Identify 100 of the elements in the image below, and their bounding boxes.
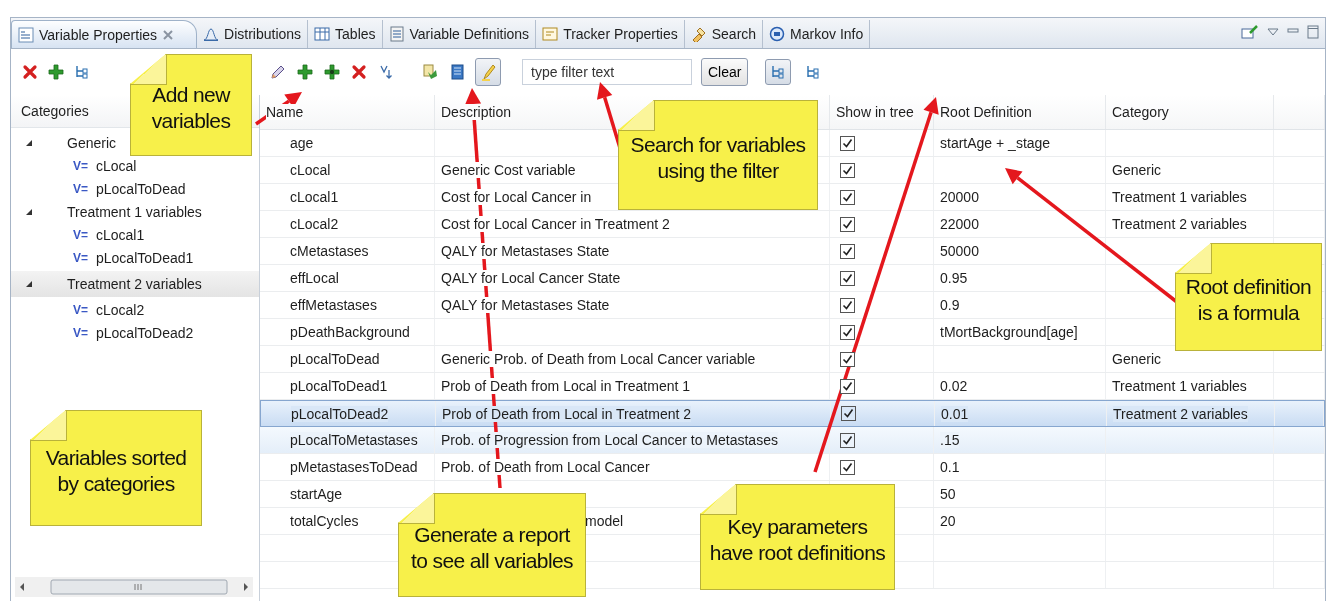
checkbox[interactable] [840,162,855,178]
check-icon [842,380,853,392]
checkbox[interactable] [840,351,855,367]
column-header[interactable]: Description [441,104,512,120]
table-cell: 0.02 [940,378,968,394]
check-icon [842,245,853,257]
checkbox[interactable] [840,243,855,259]
table-cell: Generic Cost variable [441,162,576,178]
add-icon [48,64,64,80]
tree-item[interactable]: Generic [11,133,117,153]
tree-button[interactable] [73,63,91,81]
table-cell: Prob. of Progression from Local Cancer to Metastases [441,432,778,448]
checkbox[interactable] [840,378,855,394]
table-cell: pLocalToDead [290,351,380,367]
checkbox[interactable] [840,324,855,340]
table-cell: pLocalToDead1 [290,378,388,394]
tab[interactable]: Markov Info [763,20,871,48]
tab[interactable]: Variable Definitions [382,20,537,48]
pencil-icon [270,64,286,80]
checkbox[interactable] [840,297,855,313]
tree-item[interactable]: V= cLocal2 [11,300,145,320]
book-icon [449,64,465,80]
table-cell: Prob. of Death from Local Cancer [441,459,650,475]
checkbox[interactable] [840,459,855,475]
check-icon [842,272,853,284]
callout-note: Root definition is a formula [1175,243,1322,351]
checkbox[interactable] [840,189,855,205]
list-icon [18,26,34,43]
report-button[interactable] [421,63,439,81]
tree-item[interactable]: V= pLocalToDead [11,179,186,199]
expander-icon[interactable] [25,139,33,147]
column-header: Categories [21,103,89,119]
checkbox[interactable] [840,135,855,151]
table-cell: 0.1 [940,459,960,475]
close-icon[interactable] [162,28,175,41]
check-icon [842,137,853,149]
checkbox[interactable] [840,216,855,232]
checkbox[interactable] [840,270,855,286]
add-help-button[interactable] [323,63,341,81]
expand-tree-icon [805,64,822,80]
table-cell: 50000 [940,243,979,259]
tree-item[interactable]: V= pLocalToDead2 [11,323,194,343]
table-cell: 20 [940,513,956,529]
tab[interactable]: Tracker Properties [536,20,685,48]
table-cell: QALY for Metastases State [441,243,610,259]
tab[interactable]: Distributions [197,20,309,48]
report-icon [422,64,438,80]
table-cell: Treatment 2 variables [1112,216,1247,232]
tree-item[interactable]: V= cLocal1 [11,225,145,245]
table-cell: tMortBackground[age] [940,324,1078,340]
tree-item[interactable]: Treatment 1 variables [11,202,202,222]
table-cell: QALY for Metastases State [441,297,610,313]
table-cell: Generic [1112,162,1162,178]
edit-button[interactable] [269,63,287,81]
tree-item[interactable]: V= cLocal [11,156,137,176]
check-icon [842,218,853,230]
table-cell: Treatment 2 variables [1113,405,1248,422]
callout-note: Add new variables [130,54,252,156]
clear-button[interactable]: Clear [701,58,749,86]
badge-icon [769,26,786,42]
checkbox[interactable] [841,406,856,421]
delete-icon [351,64,367,80]
expander-icon[interactable] [25,280,33,288]
table-cell: pDeathBackground [290,324,410,340]
callout-note: Generate a report to see all variables [398,493,586,597]
column-header[interactable]: Root Definition [940,104,1032,120]
tab[interactable]: Variable Properties [11,20,198,48]
book-button[interactable] [448,63,466,81]
checkbox[interactable] [840,432,855,448]
column-header[interactable]: Show in tree [836,104,914,120]
table-cell: cMetastases [290,243,369,259]
table-cell: Prob of Death from Local in Treatment 1 [441,378,690,394]
add-icon [297,64,313,80]
tree-toggle[interactable] [765,59,792,85]
table-cell: pLocalToMetastases [290,432,418,448]
callout-note: Key parameters have root definitions [700,484,895,590]
delete-variable-button[interactable] [350,63,368,81]
horizontal-scrollbar[interactable] [15,577,253,597]
highlight-toggle[interactable] [475,58,501,86]
table-cell: cLocal [290,162,331,178]
pin-icon [1241,24,1259,40]
check-icon [842,164,853,176]
table-cell: Cost for Local Cancer in Treatment 2 [441,216,670,232]
check-icon [842,299,853,311]
delete-button[interactable] [21,63,39,81]
tree-item[interactable]: Treatment 2 variables [11,271,259,297]
tree-item[interactable]: V= pLocalToDead1 [11,248,194,268]
check-icon [842,191,853,203]
table-cell: 22000 [940,216,979,232]
expander-icon[interactable] [25,208,33,216]
table-cell: 0.9 [940,297,960,313]
table-cell: pLocalToDead2 [291,405,389,422]
column-header[interactable]: Name [266,104,304,120]
distribution-icon [203,26,220,42]
filter-field[interactable]: type filter text [522,59,692,85]
add-button[interactable] [47,63,65,81]
column-header[interactable]: Category [1112,104,1169,120]
tab[interactable]: Search [684,20,764,48]
add-variable-button[interactable] [296,63,314,81]
tab[interactable]: Tables [308,20,383,48]
